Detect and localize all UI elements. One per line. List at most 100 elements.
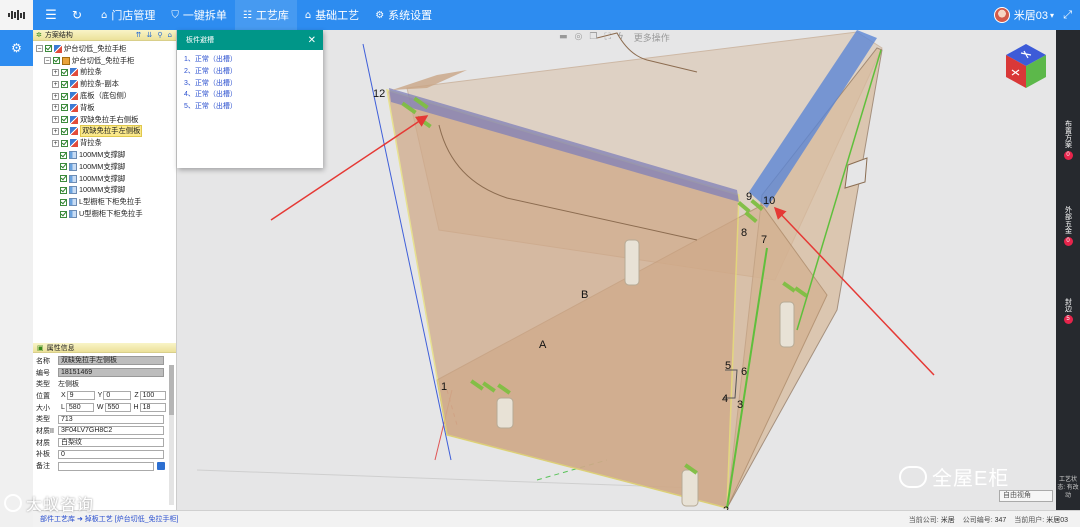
expand-icon[interactable]: +: [52, 127, 59, 135]
brand-watermark-text: 大蚁咨询: [26, 497, 95, 514]
user-menu[interactable]: 米居03 ▾: [993, 0, 1054, 30]
tree-node[interactable]: + 背拉条: [33, 137, 176, 149]
expand-icon[interactable]: +: [52, 92, 59, 100]
expand-icon[interactable]: +: [52, 116, 59, 124]
right-side-panel-tabs: 布置方案 0 外部五金 0 封边 5: [1056, 30, 1080, 510]
refresh-icon[interactable]: ↻: [67, 8, 87, 22]
top-navbar: ☰ ↻ ⌂ 门店管理 ⛉ 一键拆单 ☷ 工艺库 ⌂ 基础工艺 ⚙ 系统设置 米居03 ▾ ⤢: [0, 0, 1080, 30]
tree-checkbox[interactable]: [61, 139, 68, 147]
expand-icon[interactable]: +: [52, 80, 59, 88]
tree-node[interactable]: + 前拉条-副本: [33, 78, 176, 90]
tree-node-label: 100MM支撑脚: [79, 161, 126, 171]
collapse-icon[interactable]: −: [36, 45, 43, 53]
tree-checkbox[interactable]: [60, 175, 67, 183]
folder-icon[interactable]: ▬: [559, 32, 568, 42]
home-icon[interactable]: ⌂: [168, 31, 172, 39]
attr-code-field[interactable]: 18151469: [58, 368, 164, 378]
pos-z-field[interactable]: 100: [139, 391, 166, 401]
nav-item-2[interactable]: ☷ 工艺库: [234, 0, 297, 30]
size-h-field[interactable]: 18: [139, 403, 166, 413]
attribute-scrollbar[interactable]: [169, 365, 174, 505]
nav-item-0[interactable]: ⌂ 门店管理: [93, 0, 163, 30]
expand-all-icon[interactable]: ⇈: [136, 31, 142, 39]
support-leg[interactable]: [779, 301, 795, 348]
tree-checkbox[interactable]: [60, 186, 67, 194]
pos-y-field[interactable]: 0: [103, 391, 132, 401]
popup-list-item[interactable]: 5、正常（出槽）: [184, 101, 323, 113]
flash-icon[interactable]: ϟ: [618, 32, 624, 42]
save-icon[interactable]: [157, 462, 165, 471]
scheme-tree-panel: ✲ 方案结构 ⇈ ⇊ ⚲ ⌂ − 炉台切低_免拉手柜 − 炉台切低_免拉手柜 + 前拉条 +…: [33, 30, 177, 343]
attr-fill-field[interactable]: 0: [58, 449, 164, 459]
tree-node[interactable]: U型橱柜下柜免拉手: [33, 208, 176, 220]
copy-icon[interactable]: ❐: [589, 32, 597, 42]
tree-checkbox[interactable]: [61, 127, 68, 135]
tree-checkbox[interactable]: [61, 116, 68, 124]
popup-list-item[interactable]: 2、正常（出槽）: [184, 66, 323, 78]
tree-checkbox[interactable]: [61, 104, 68, 112]
tree-node[interactable]: + 背板: [33, 102, 176, 114]
view-mode-select[interactable]: 自由视角: [999, 490, 1053, 502]
tree-node[interactable]: 100MM支撑脚: [33, 149, 176, 161]
attr-note-field[interactable]: [58, 461, 154, 471]
popup-list-item[interactable]: 3、正常（出槽）: [184, 78, 323, 90]
tree-node[interactable]: + 前拉条: [33, 67, 176, 79]
collapse-all-icon[interactable]: ⇊: [147, 31, 153, 39]
fullscreen-icon[interactable]: ⤢: [1063, 8, 1072, 22]
size-w-field[interactable]: 550: [104, 403, 131, 413]
tree-checkbox[interactable]: [60, 151, 67, 159]
tree-node[interactable]: 100MM支撑脚: [33, 161, 176, 173]
tree-checkbox[interactable]: [61, 68, 68, 76]
tree-node[interactable]: 100MM支撑脚: [33, 173, 176, 185]
pos-x-field[interactable]: 9: [66, 391, 95, 401]
popup-list-item[interactable]: 4、正常（出槽）: [184, 89, 323, 101]
support-leg[interactable]: [681, 469, 699, 507]
tree-node-label: 背拉条: [80, 138, 102, 148]
more-operations-button[interactable]: 更多操作: [634, 31, 670, 44]
attribute-title: 属性信息: [46, 344, 75, 352]
attr-name-row: 名称 双缺免拉手左侧板: [33, 355, 176, 367]
tree-checkbox[interactable]: [60, 163, 67, 171]
search-icon[interactable]: ⚲: [157, 31, 162, 39]
collapse-icon[interactable]: −: [44, 57, 51, 65]
tree-node[interactable]: 100MM支撑脚: [33, 185, 176, 197]
attr-material-field[interactable]: 白梨纹: [58, 438, 164, 448]
right-tab-0[interactable]: 布置方案 0: [1056, 120, 1080, 160]
frame-icon[interactable]: ⛶: [604, 32, 610, 42]
tree-checkbox[interactable]: [61, 92, 68, 100]
size-l-field[interactable]: 580: [65, 403, 94, 413]
tree-checkbox[interactable]: [60, 198, 67, 206]
tree-checkbox[interactable]: [61, 80, 68, 88]
nav-item-3[interactable]: ⌂ 基础工艺: [297, 0, 367, 30]
expand-icon[interactable]: +: [52, 104, 59, 112]
cabinet-tool-icon[interactable]: ⚙: [0, 30, 33, 66]
tree-node[interactable]: + 双缺免拉手右侧板: [33, 114, 176, 126]
breadcrumb[interactable]: 部件工艺库 ➜ 掉板工艺 [炉台切低_免拉手柜]: [40, 514, 178, 524]
right-tab-1[interactable]: 外部五金 0: [1056, 206, 1080, 246]
tree-node[interactable]: − 炉台切低_免拉手柜: [33, 43, 176, 55]
view-cube-icon[interactable]: [1004, 42, 1048, 90]
brand-watermark: 大蚁咨询: [4, 491, 94, 515]
tree-node[interactable]: L型橱柜下柜免拉手: [33, 196, 176, 208]
nav-item-4[interactable]: ⚙ 系统设置: [367, 0, 440, 30]
attr-material-no-field[interactable]: 3F04LV7GH8C2: [58, 426, 164, 436]
popup-list-item[interactable]: 1、正常（出槽）: [184, 54, 323, 66]
tree-checkbox[interactable]: [60, 210, 67, 218]
attr-class-field[interactable]: 713: [58, 414, 164, 424]
menu-toggle-icon[interactable]: ☰: [41, 8, 61, 23]
tree-checkbox[interactable]: [53, 57, 60, 65]
expand-icon[interactable]: +: [52, 139, 59, 147]
tree-node[interactable]: + 双缺免拉手左侧板: [33, 125, 176, 138]
right-tab-2[interactable]: 封边 5: [1056, 298, 1080, 324]
expand-icon[interactable]: +: [52, 68, 59, 76]
tree-node[interactable]: − 炉台切低_免拉手柜: [33, 55, 176, 67]
attr-name-field[interactable]: 双缺免拉手左侧板: [58, 356, 164, 366]
close-icon[interactable]: ✕: [308, 35, 316, 46]
support-leg[interactable]: [496, 397, 514, 429]
support-leg[interactable]: [624, 239, 640, 286]
app-logo[interactable]: [0, 0, 33, 30]
tree-checkbox[interactable]: [45, 45, 52, 53]
target-icon[interactable]: ◎: [575, 32, 583, 42]
nav-item-1[interactable]: ⛉ 一键拆单: [163, 0, 235, 30]
tree-node[interactable]: + 底板（底包侧）: [33, 90, 176, 102]
